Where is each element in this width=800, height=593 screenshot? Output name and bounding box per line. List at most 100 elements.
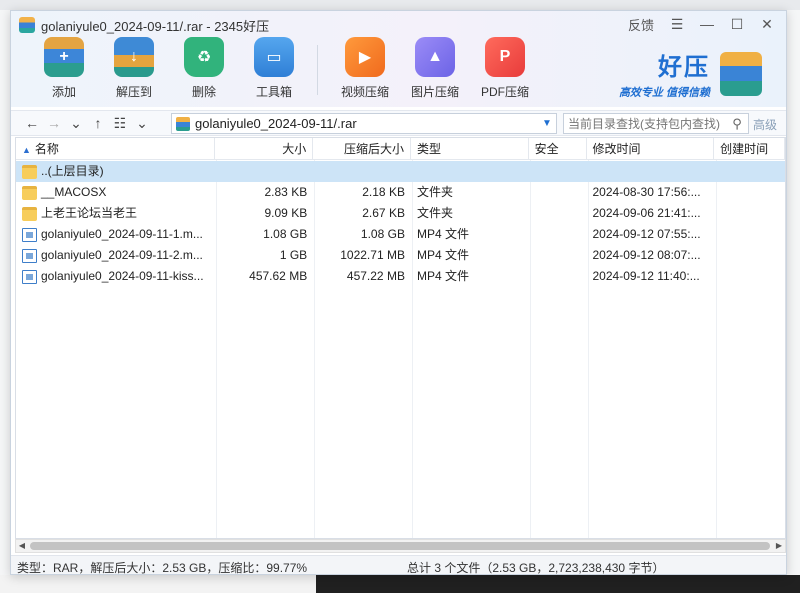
file-type: MP4 文件 <box>416 269 469 283</box>
video-compress-icon: ▶ <box>345 37 385 77</box>
table-header: ▲ 名称 大小 压缩后大小 类型 安全 修改时间 创建时间 <box>16 138 785 160</box>
scroll-left-icon[interactable]: ◀ <box>16 540 28 552</box>
file-security <box>529 182 587 203</box>
table-body: ..(上层目录) __MACOSX 2.83 KB 2.18 KB 文件夹 20… <box>16 161 785 287</box>
feedback-button[interactable]: 反馈 <box>622 13 660 35</box>
desktop-background-right <box>787 10 800 575</box>
toolbox-label: 工具箱 <box>255 85 292 99</box>
extract-icon: ↓ <box>114 37 154 77</box>
image-compress-icon: ▲ <box>415 37 455 77</box>
archive-window: golaniyule0_2024-09-11/.rar - 2345好压 反馈 … <box>10 10 787 575</box>
file-name: golaniyule0_2024-09-11-2.m... <box>41 248 203 262</box>
file-modified: 2024-09-12 08:07:... <box>592 248 701 262</box>
table-row[interactable]: golaniyule0_2024-09-11-1.m... 1.08 GB 1.… <box>16 224 785 245</box>
image-compress-button[interactable]: ▲ 图片压缩 <box>400 37 470 100</box>
menu-icon[interactable]: ☰ <box>664 13 690 35</box>
file-packed-size: 2.67 KB <box>362 206 405 220</box>
file-packed-size <box>313 161 411 182</box>
pdf-compress-label: PDF压缩 <box>480 85 529 99</box>
toolbox-button[interactable]: ▭ 工具箱 <box>239 37 309 100</box>
app-logo-icon <box>19 17 35 33</box>
window-title: golaniyule0_2024-09-11/.rar - 2345好压 <box>41 18 270 34</box>
add-button[interactable]: + 添加 <box>29 37 99 100</box>
file-type <box>411 161 529 182</box>
video-file-icon <box>22 248 37 263</box>
table-row[interactable]: golaniyule0_2024-09-11-2.m... 1 GB 1022.… <box>16 245 785 266</box>
video-compress-button[interactable]: ▶ 视频压缩 <box>330 37 400 100</box>
file-type: 文件夹 <box>416 206 453 220</box>
column-header-modified[interactable]: 修改时间 <box>587 138 715 160</box>
search-icon[interactable]: ⚲ <box>726 116 748 132</box>
add-label: 添加 <box>51 85 76 99</box>
advanced-search-link[interactable]: 高级 <box>753 116 777 133</box>
extract-label: 解压到 <box>115 85 152 99</box>
file-size: 2.83 KB <box>264 185 308 199</box>
desktop-background-left <box>0 10 10 575</box>
file-size: 1 GB <box>279 248 308 262</box>
file-packed-size: 457.22 MB <box>346 269 405 283</box>
window-header: golaniyule0_2024-09-11/.rar - 2345好压 反馈 … <box>11 11 786 107</box>
column-header-security[interactable]: 安全 <box>529 138 587 160</box>
delete-label: 删除 <box>191 85 216 99</box>
minimize-button[interactable]: — <box>694 13 720 35</box>
view-dropdown-icon[interactable]: ⌄ <box>131 112 153 134</box>
archive-icon <box>176 116 190 131</box>
table-row[interactable]: __MACOSX 2.83 KB 2.18 KB 文件夹 2024-08-30 … <box>16 182 785 203</box>
video-file-icon <box>22 269 37 284</box>
path-field[interactable]: golaniyule0_2024-09-11/.rar ▼ <box>171 113 557 134</box>
table-row[interactable]: 上老王论坛当老王 9.09 KB 2.67 KB 文件夹 2024-09-06 … <box>16 203 785 224</box>
table-row[interactable]: golaniyule0_2024-09-11-kiss... 457.62 MB… <box>16 266 785 287</box>
scroll-right-icon[interactable]: ▶ <box>773 540 785 552</box>
sort-ascending-icon: ▲ <box>22 145 31 155</box>
history-dropdown-icon[interactable]: ⌄ <box>65 112 87 134</box>
table-row[interactable]: ..(上层目录) <box>16 161 785 182</box>
scrollbar-thumb[interactable] <box>30 542 770 550</box>
folder-icon <box>22 164 37 179</box>
folder-icon <box>22 185 37 200</box>
file-created <box>714 224 785 245</box>
column-header-type[interactable]: 类型 <box>411 138 529 160</box>
up-arrow-icon[interactable]: ↑ <box>87 112 109 134</box>
toolbox-icon: ▭ <box>254 37 294 77</box>
file-size: 9.09 KB <box>264 206 308 220</box>
video-compress-label: 视频压缩 <box>340 85 389 99</box>
brand-logo-icon <box>720 51 762 96</box>
file-packed-size: 1022.71 MB <box>340 248 405 262</box>
file-security <box>529 245 587 266</box>
column-header-packed-size[interactable]: 压缩后大小 <box>313 138 411 160</box>
file-size <box>215 161 313 182</box>
horizontal-scrollbar[interactable]: ◀ ▶ <box>15 539 786 553</box>
view-mode-icon[interactable]: ☷ <box>109 112 131 134</box>
desktop-background-top <box>0 0 800 10</box>
back-arrow-icon[interactable]: ← <box>21 112 43 134</box>
file-security <box>529 224 587 245</box>
file-list: ▲ 名称 大小 压缩后大小 类型 安全 修改时间 创建时间 ..(上层目录) __… <box>15 137 786 539</box>
file-created <box>714 203 785 224</box>
file-total: 总计 3 个文件（2.53 GB，2,723,238,430 字节） <box>407 561 665 575</box>
column-header-created[interactable]: 创建时间 <box>714 138 785 160</box>
folder-icon <box>22 206 37 221</box>
file-name: __MACOSX <box>41 185 107 199</box>
column-header-name[interactable]: ▲ 名称 <box>16 138 216 160</box>
brand-banner: 好压 高效专业 值得信赖 <box>619 47 762 100</box>
maximize-button[interactable]: ☐ <box>724 13 750 35</box>
extract-to-button[interactable]: ↓ 解压到 <box>99 37 169 100</box>
delete-button[interactable]: ♻ 删除 <box>169 37 239 100</box>
add-archive-icon: + <box>44 37 84 77</box>
path-dropdown-icon[interactable]: ▼ <box>538 118 556 129</box>
search-input[interactable] <box>568 116 726 131</box>
title-bar: golaniyule0_2024-09-11/.rar - 2345好压 <box>19 15 269 35</box>
file-created <box>714 161 785 182</box>
brand-name: 好压 <box>658 54 710 81</box>
image-compress-label: 图片压缩 <box>410 85 459 99</box>
close-button[interactable]: ✕ <box>754 13 780 35</box>
window-controls: 反馈 ☰ — ☐ ✕ <box>622 13 780 35</box>
toolbar: + 添加 ↓ 解压到 ♻ 删除 ▭ 工具箱 ▶ 视频压缩 ▲ 图片压缩 P PD… <box>29 37 540 100</box>
file-name: golaniyule0_2024-09-11-kiss... <box>41 269 204 283</box>
file-modified: 2024-09-12 07:55:... <box>592 227 701 241</box>
column-header-size[interactable]: 大小 <box>215 138 314 160</box>
forward-arrow-icon[interactable]: → <box>43 112 65 134</box>
pdf-compress-button[interactable]: P PDF压缩 <box>470 37 540 100</box>
video-file-icon <box>22 227 37 242</box>
recycle-delete-icon: ♻ <box>184 37 224 77</box>
